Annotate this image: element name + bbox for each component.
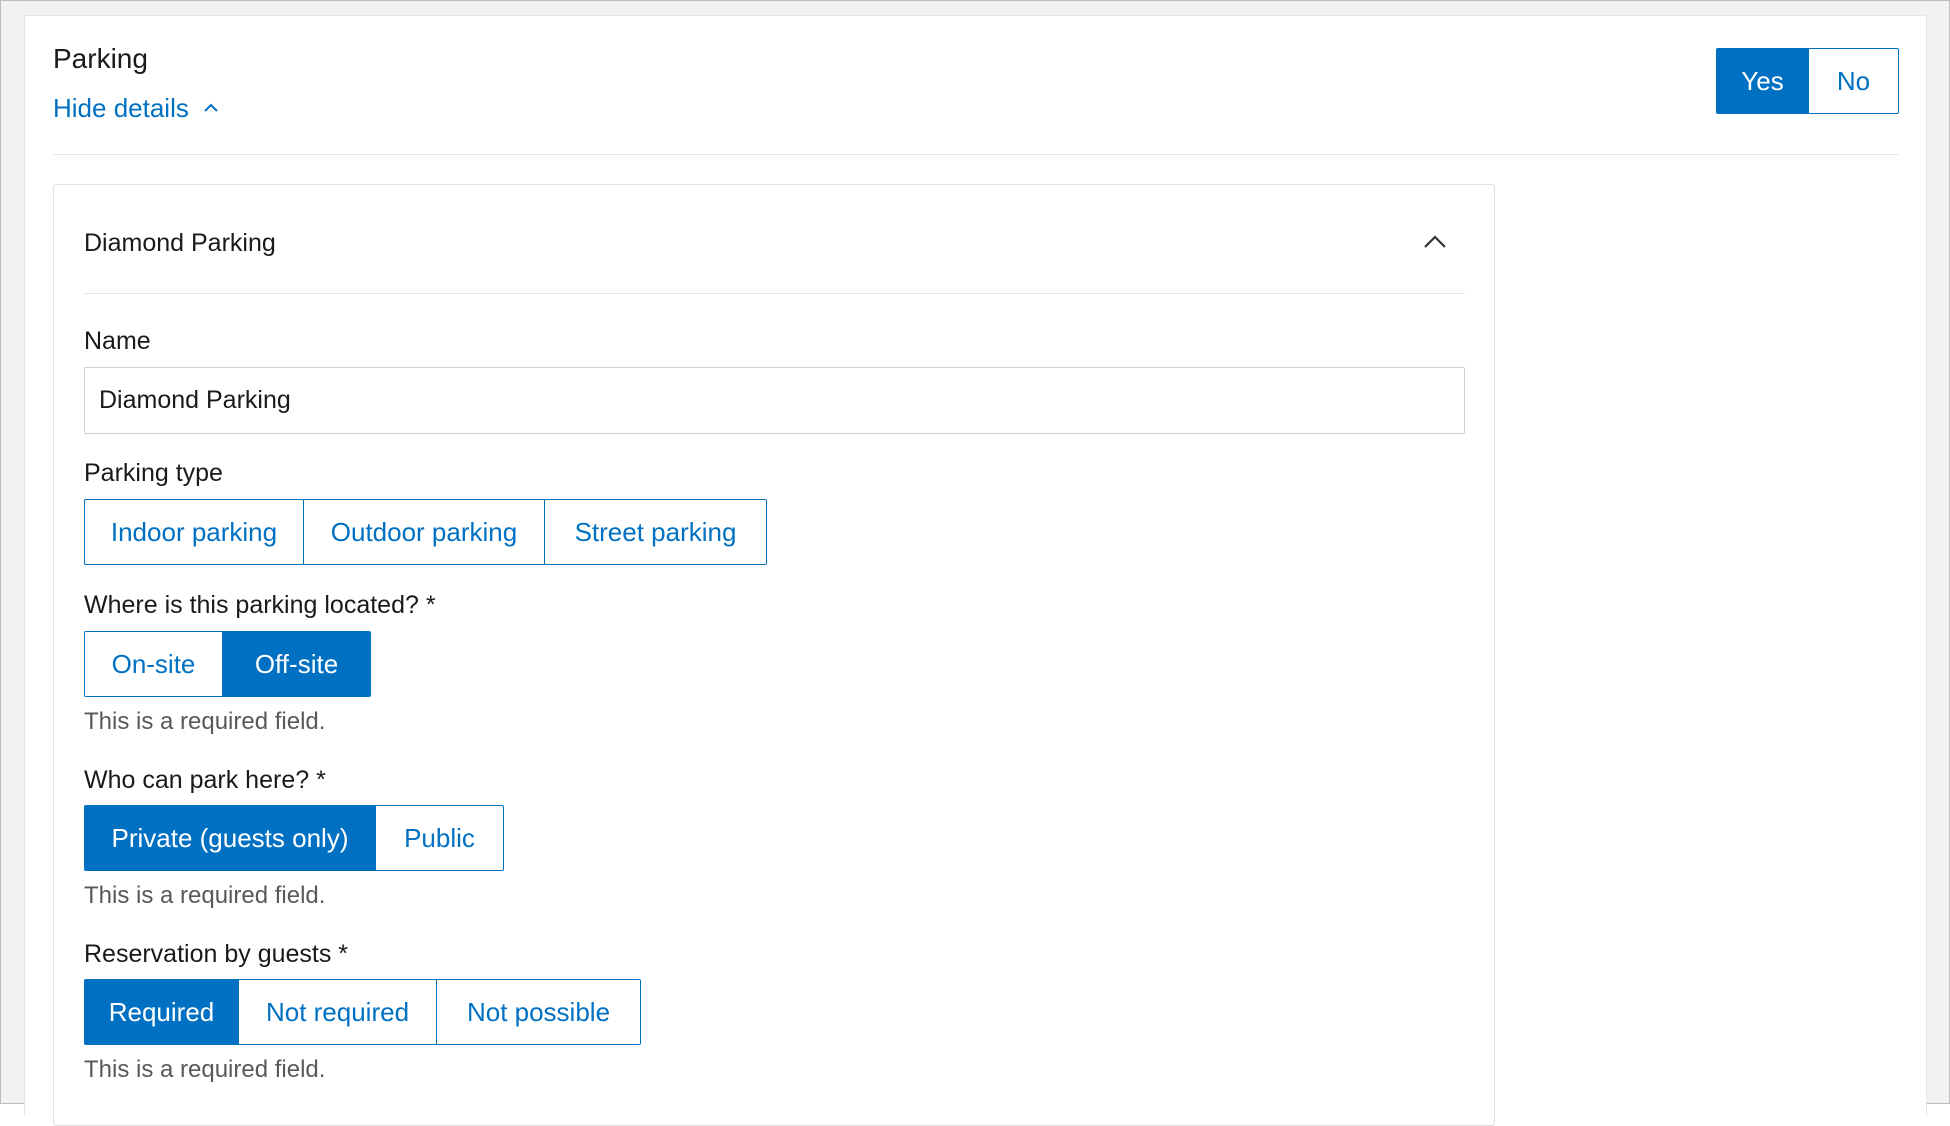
option-not-possible[interactable]: Not possible — [436, 979, 641, 1045]
option-required[interactable]: Required — [84, 979, 239, 1045]
chevron-up-icon — [204, 103, 218, 112]
name-input[interactable] — [84, 367, 1465, 434]
location-label: Where is this parking located? * — [84, 591, 436, 619]
parking-entry-panel: Diamond Parking Name Parking type Indoor… — [53, 184, 1495, 1126]
section-title: Parking — [53, 43, 148, 74]
option-street-parking[interactable]: Street parking — [544, 499, 767, 565]
option-public[interactable]: Public — [375, 805, 504, 871]
reservation-options: Required Not required Not possible — [84, 979, 641, 1045]
parking-type-options: Indoor parking Outdoor parking Street pa… — [84, 499, 767, 565]
no-button[interactable]: No — [1808, 48, 1899, 114]
chevron-up-icon — [1424, 235, 1446, 248]
option-on-site[interactable]: On-site — [84, 631, 223, 697]
parking-type-label: Parking type — [84, 459, 223, 487]
name-label: Name — [84, 327, 151, 355]
collapse-panel-button[interactable] — [1420, 229, 1450, 253]
section-divider — [53, 154, 1899, 155]
who-can-park-options: Private (guests only) Public — [84, 805, 504, 871]
panel-title: Diamond Parking — [84, 229, 276, 257]
reservation-help-text: This is a required field. — [84, 1056, 326, 1083]
hide-details-link[interactable]: Hide details — [53, 92, 219, 124]
location-help-text: This is a required field. — [84, 708, 326, 735]
option-not-required[interactable]: Not required — [238, 979, 437, 1045]
yes-button[interactable]: Yes — [1716, 48, 1809, 114]
who-can-park-help-text: This is a required field. — [84, 882, 326, 909]
hide-details-label: Hide details — [53, 93, 189, 123]
option-off-site[interactable]: Off-site — [222, 631, 371, 697]
panel-divider — [84, 293, 1465, 294]
option-outdoor-parking[interactable]: Outdoor parking — [303, 499, 545, 565]
reservation-label: Reservation by guests * — [84, 940, 349, 968]
option-indoor-parking[interactable]: Indoor parking — [84, 499, 304, 565]
who-can-park-label: Who can park here? * — [84, 766, 326, 794]
parking-yes-no-toggle: Yes No — [1716, 48, 1899, 114]
location-options: On-site Off-site — [84, 631, 371, 697]
option-private-guests-only[interactable]: Private (guests only) — [84, 805, 376, 871]
